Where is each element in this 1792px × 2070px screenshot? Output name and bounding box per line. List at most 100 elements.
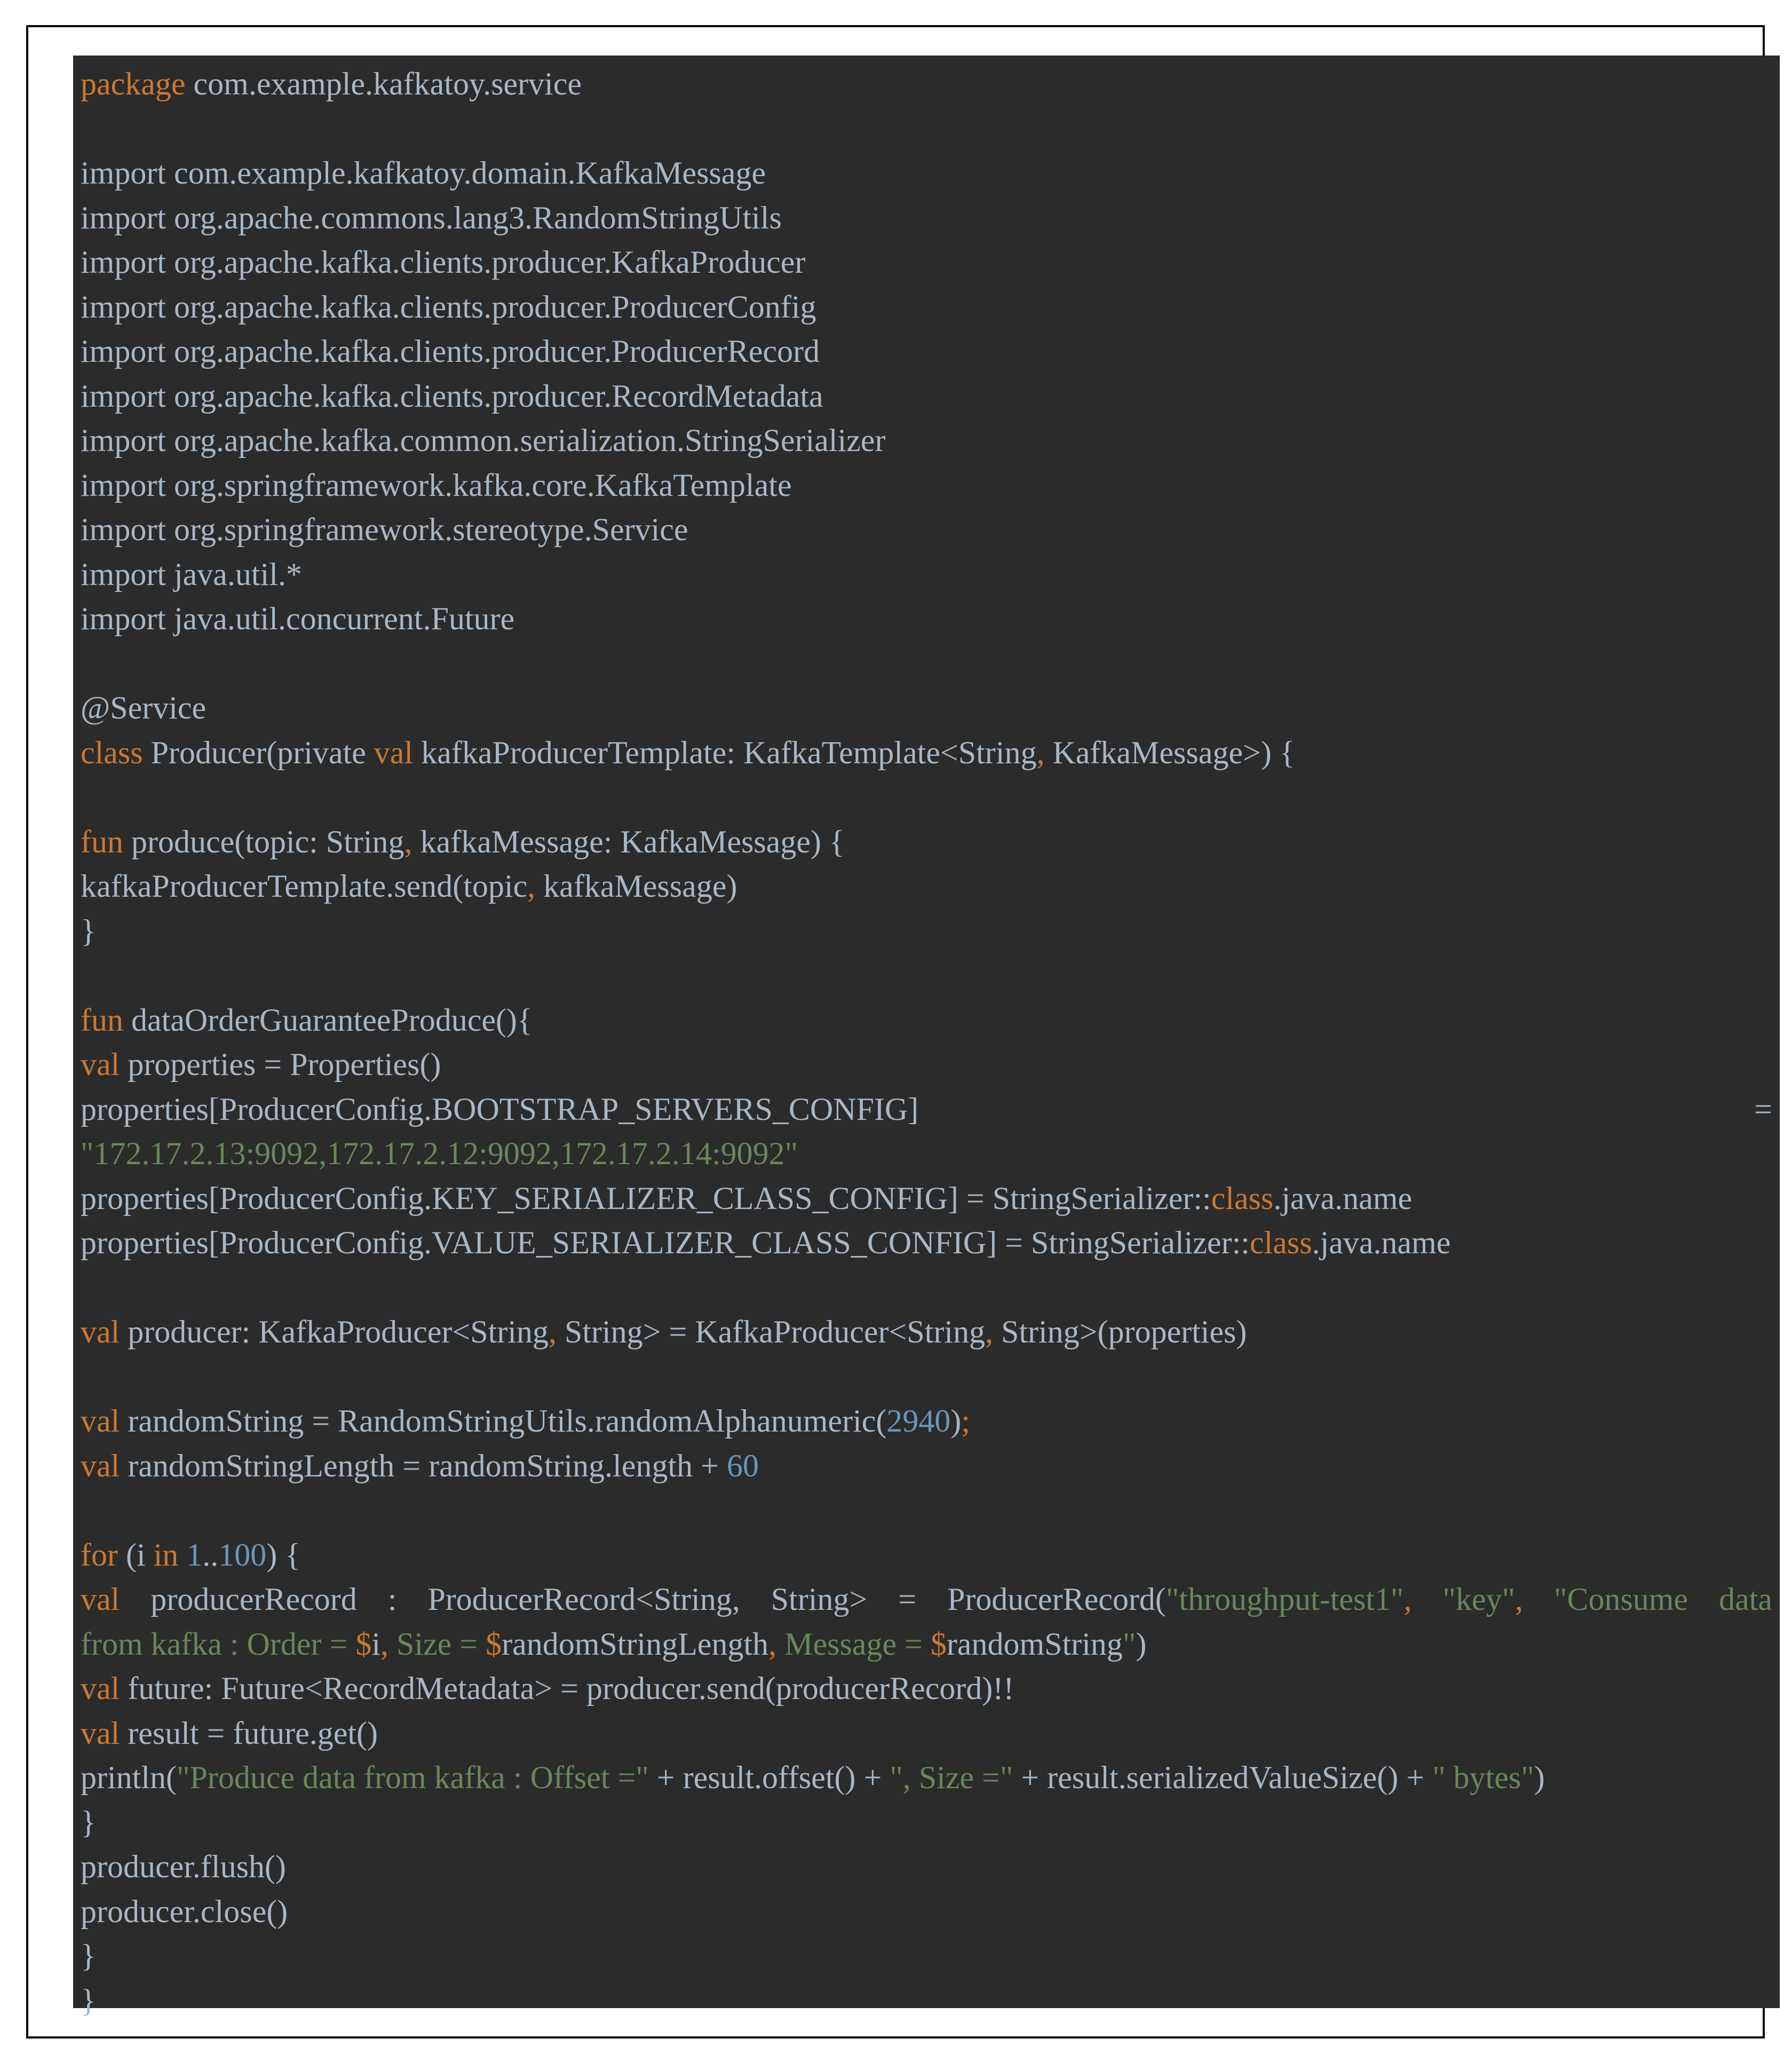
code-line: "172.17.2.13:9092,172.17.2.12:9092,172.1… (81, 1132, 1772, 1176)
code-token: , (1515, 1582, 1523, 1617)
code-token: } (81, 1983, 96, 2018)
code-token: properties[ProducerConfig.BOOTSTRAP_SERV… (81, 1087, 918, 1132)
code-token: Message = (776, 1626, 931, 1662)
code-token: properties = Properties() (120, 1047, 441, 1082)
code-token: , (768, 1626, 776, 1662)
code-token: ProducerRecord<String, (427, 1577, 740, 1622)
code-word: "key", (1442, 1577, 1523, 1622)
code-token: } (81, 1938, 96, 1973)
code-token: "throughput-test1" (1166, 1582, 1404, 1617)
code-line: class Producer(private val kafkaProducer… (81, 731, 1772, 776)
code-token: from kafka : Order = (81, 1626, 355, 1662)
code-line (81, 1488, 1772, 1533)
code-line: package com.example.kafkatoy.service (81, 62, 1772, 107)
code-token: import org.apache.kafka.clients.producer… (81, 244, 805, 280)
code-line: import org.apache.kafka.clients.producer… (81, 374, 1772, 419)
code-token: 60 (727, 1448, 759, 1483)
code-token: ProducerRecord( (947, 1582, 1166, 1617)
code-token: randomStringLength (502, 1626, 768, 1662)
code-token: val (81, 1577, 120, 1622)
code-block: package com.example.kafkatoy.service imp… (81, 62, 1772, 2023)
code-token: import java.util.* (81, 557, 302, 592)
code-token: $ (931, 1626, 947, 1662)
code-token: fun (81, 1002, 123, 1038)
code-line (81, 642, 1772, 686)
code-token: .. (202, 1537, 218, 1573)
code-line (81, 953, 1772, 998)
code-token: com.example.kafkatoy.service (186, 66, 582, 101)
code-token: i (371, 1626, 380, 1662)
code-token: import org.springframework.stereotype.Se… (81, 512, 688, 547)
code-token: val (81, 1716, 120, 1751)
code-line: import org.apache.kafka.clients.producer… (81, 329, 1772, 374)
code-token: import com.example.kafkatoy.domain.Kafka… (81, 155, 766, 191)
code-line: producer.flush() (81, 1845, 1772, 1890)
code-token: + result.serializedValueSize() + (1013, 1760, 1432, 1795)
code-token: @Service (81, 690, 206, 725)
code-token: data (1719, 1577, 1772, 1622)
code-token: + result.offset() + (649, 1760, 890, 1795)
code-token: produce(topic: String (123, 824, 405, 859)
code-token: randomString = RandomStringUtils.randomA… (120, 1403, 886, 1439)
code-token: = (898, 1577, 916, 1622)
code-token: randomString (947, 1626, 1123, 1662)
code-line: } (81, 1800, 1772, 1845)
code-line: println("Produce data from kafka : Offse… (81, 1756, 1772, 1800)
code-line: properties[ProducerConfig.KEY_SERIALIZER… (81, 1176, 1772, 1221)
code-line: import org.springframework.stereotype.Se… (81, 508, 1772, 552)
code-token: KafkaMessage>) { (1044, 735, 1295, 770)
code-line: } (81, 1934, 1772, 1979)
code-line (81, 107, 1772, 152)
code-token: .java.name (1312, 1225, 1450, 1260)
code-token: producer.flush() (81, 1849, 286, 1884)
code-token: ) (1136, 1626, 1146, 1662)
code-line: for (i in 1..100) { (81, 1533, 1772, 1578)
code-token: } (81, 1805, 96, 1840)
code-line: val randomString = RandomStringUtils.ran… (81, 1399, 1772, 1444)
code-line: fun produce(topic: String, kafkaMessage:… (81, 820, 1772, 865)
code-token: package (81, 66, 186, 101)
code-token: randomStringLength = randomString.length… (120, 1448, 727, 1483)
code-line: val producerRecord: ProducerRecord<String,… (81, 1577, 1772, 1622)
code-token: val (81, 1403, 120, 1439)
code-token: String>(properties) (993, 1314, 1247, 1349)
code-token: println( (81, 1760, 177, 1795)
code-token: producerRecord (150, 1577, 356, 1622)
code-token: val (81, 1314, 120, 1349)
code-token: , (380, 1626, 388, 1662)
code-token: import org.apache.kafka.clients.producer… (81, 334, 820, 369)
document-frame: package com.example.kafkatoy.service imp… (26, 25, 1765, 2039)
code-line: import java.util.* (81, 552, 1772, 597)
code-token: , (527, 868, 535, 904)
code-token: , (985, 1314, 993, 1349)
code-word: ProducerRecord("throughput-test1", (947, 1577, 1412, 1622)
code-token: kafkaMessage) (535, 868, 737, 904)
code-token (178, 1537, 186, 1573)
code-line: import org.apache.kafka.clients.producer… (81, 285, 1772, 330)
code-line: import org.springframework.kafka.core.Ka… (81, 463, 1772, 508)
code-token: : (388, 1577, 397, 1622)
code-token: , (405, 824, 413, 859)
code-line: } (81, 909, 1772, 954)
code-line: val properties = Properties() (81, 1042, 1772, 1087)
code-line: kafkaProducerTemplate.send(topic, kafkaM… (81, 864, 1772, 909)
code-token: import org.apache.kafka.common.serializa… (81, 423, 885, 458)
code-line: } (81, 1979, 1772, 2024)
code-token: } (81, 913, 96, 949)
code-token: import org.springframework.kafka.core.Ka… (81, 468, 792, 503)
code-token: import org.apache.kafka.clients.producer… (81, 378, 823, 414)
code-token: producer.close() (81, 1894, 288, 1929)
code-line: import org.apache.kafka.common.serializa… (81, 418, 1772, 463)
code-line: from kafka : Order = $i, Size = $randomS… (81, 1622, 1772, 1667)
code-token: 1 (186, 1537, 202, 1573)
code-token: fun (81, 824, 123, 859)
code-token: class (81, 735, 143, 770)
code-line: properties[ProducerConfig.VALUE_SERIALIZ… (81, 1221, 1772, 1266)
code-token: , (549, 1314, 557, 1349)
code-token: String> = KafkaProducer<String (557, 1314, 985, 1349)
code-token: , (1404, 1582, 1412, 1617)
code-token: .java.name (1273, 1181, 1412, 1216)
code-token: kafkaProducerTemplate: KafkaTemplate<Str… (413, 735, 1036, 770)
code-token: ) (950, 1403, 961, 1439)
code-token: $ (486, 1626, 502, 1662)
